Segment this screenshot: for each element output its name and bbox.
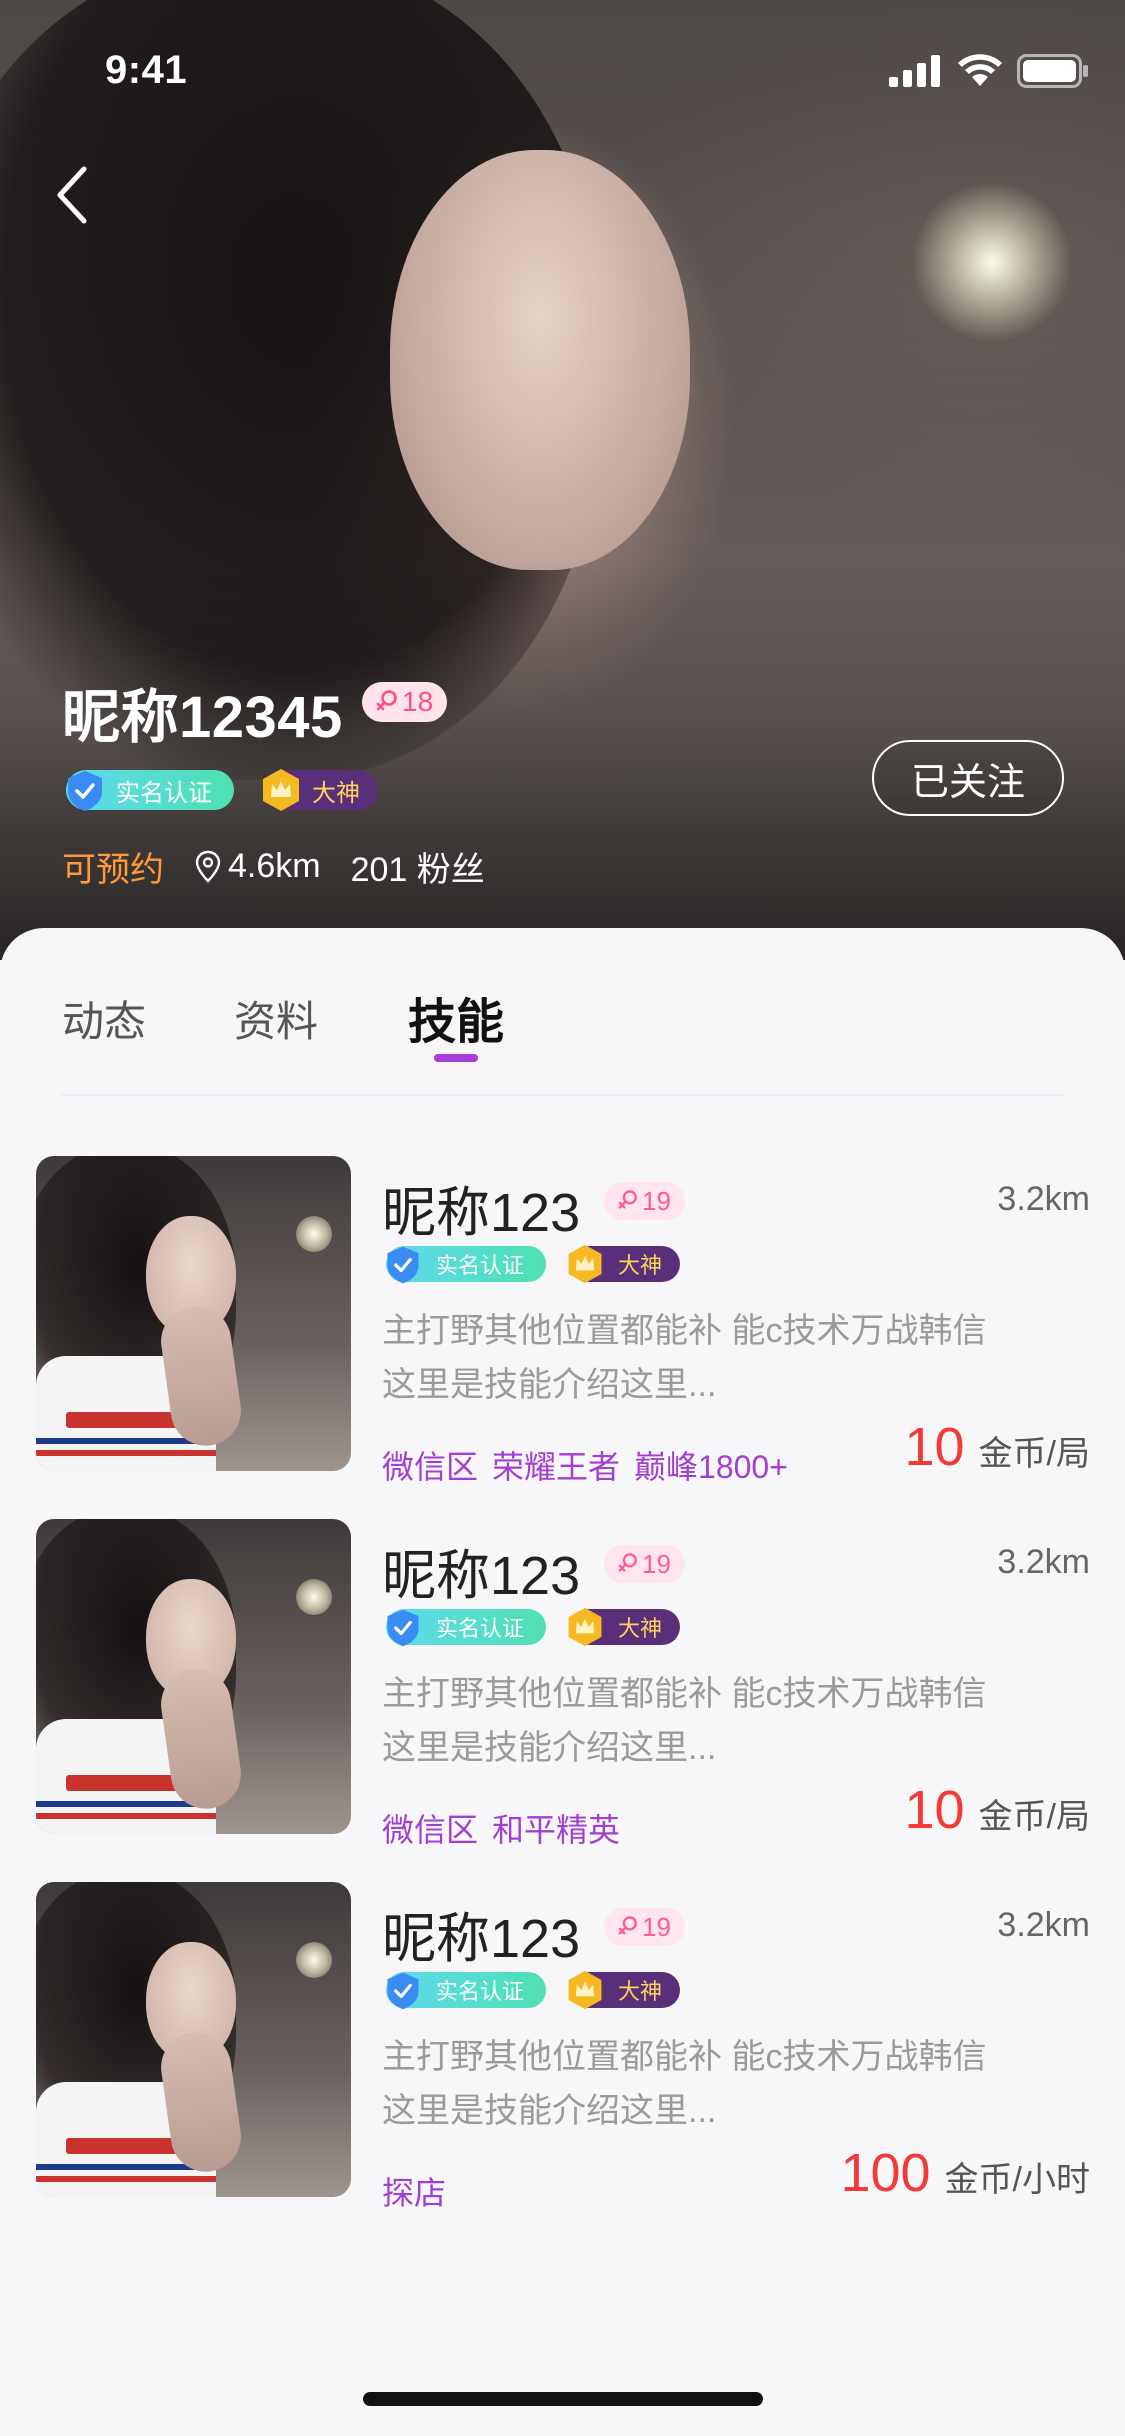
crown-icon xyxy=(263,769,299,811)
profile-info-row: 可预约 4.6km 201 粉丝 xyxy=(62,842,485,891)
skill-tag: 荣耀王者 xyxy=(492,1449,621,1485)
status-bar: 9:41 xyxy=(0,0,1125,140)
home-indicator xyxy=(363,2392,763,2406)
skill-nickname: 昵称123 xyxy=(382,1546,581,1606)
god-label: 大神 xyxy=(618,1616,663,1641)
god-label: 大神 xyxy=(618,1253,663,1278)
gender-age-badge: 19 xyxy=(604,1182,685,1220)
crown-icon xyxy=(568,1607,602,1647)
verified-shield-icon xyxy=(387,1609,419,1647)
price-value: 100 xyxy=(840,2143,931,2203)
verified-shield-icon xyxy=(387,1972,419,2010)
profile-distance: 4.6km xyxy=(194,847,321,886)
skill-distance: 3.2km xyxy=(997,1906,1090,1944)
fans-count: 201 粉丝 xyxy=(350,851,485,889)
skill-nickname: 昵称123 xyxy=(382,1183,581,1243)
skill-description-line: 主打野其他位置都能补 能c技术万战韩信 xyxy=(382,1312,987,1350)
female-icon xyxy=(376,690,397,711)
verified-badge: 实名认证 xyxy=(386,1246,547,1284)
skill-distance: 3.2km xyxy=(997,1180,1090,1218)
profile-name: 昵称12345 xyxy=(62,685,343,750)
crown-icon xyxy=(568,1244,602,1284)
skill-description-line: 这里是技能介绍这里... xyxy=(382,1366,717,1404)
skill-description-line: 这里是技能介绍这里... xyxy=(382,1729,717,1767)
price-value: 10 xyxy=(904,1417,965,1477)
skill-card[interactable]: 昵称123 19 3.2km 实名认证 大神 主打野其他位置都能补 能c技术万战… xyxy=(36,1882,1090,2211)
verified-badge: 实名认证 xyxy=(386,1609,547,1647)
skill-card[interactable]: 昵称123 19 3.2km 实名认证 大神 主打野其他位置都能补 能c技术万战… xyxy=(36,1156,1090,1485)
skill-description-line: 这里是技能介绍这里... xyxy=(382,2092,717,2130)
tab-feed[interactable]: 动态 xyxy=(62,988,146,1049)
gender-age-badge: 19 xyxy=(604,1545,685,1583)
skill-price: 100 金币/小时 xyxy=(840,2142,1090,2204)
tab-active-indicator xyxy=(434,1054,478,1062)
verified-label: 实名认证 xyxy=(116,779,212,807)
price-unit: 金币/小时 xyxy=(944,2161,1090,2199)
female-icon xyxy=(618,1553,637,1572)
tab-divider xyxy=(62,1094,1063,1096)
skill-price: 10 金币/局 xyxy=(904,1779,1090,1841)
skill-tag: 巅峰1800+ xyxy=(634,1449,788,1485)
skill-tag: 探店 xyxy=(382,2175,447,2211)
profile-cover-photo xyxy=(0,0,1125,960)
skill-thumbnail xyxy=(36,1519,351,1834)
skill-description: 主打野其他位置都能补 能c技术万战韩信 这里是技能介绍这里... xyxy=(382,2030,1082,2138)
skill-nickname: 昵称123 xyxy=(382,1909,581,1969)
verified-label: 实名认证 xyxy=(436,1253,525,1278)
skill-tags: 探店 xyxy=(382,2168,446,2214)
back-button[interactable] xyxy=(42,160,102,230)
crown-icon xyxy=(568,1970,602,2010)
price-unit: 金币/局 xyxy=(978,1435,1090,1473)
god-label: 大神 xyxy=(312,779,360,807)
skill-tags: 微信区 荣耀王者 巅峰1800+ xyxy=(382,1442,788,1488)
tab-bar: 动态 资料 技能 xyxy=(0,928,1125,1098)
wifi-icon xyxy=(958,54,1002,86)
skill-description-line: 主打野其他位置都能补 能c技术万战韩信 xyxy=(382,1675,987,1713)
location-pin-icon xyxy=(195,850,221,883)
chevron-left-icon xyxy=(57,166,87,224)
tab-profile-info[interactable]: 资料 xyxy=(234,988,318,1049)
bookable-status: 可预约 xyxy=(62,851,164,889)
skill-distance: 3.2km xyxy=(997,1543,1090,1581)
gender-age-badge: 18 xyxy=(362,682,448,722)
battery-icon xyxy=(1017,54,1088,88)
skill-card[interactable]: 昵称123 19 3.2km 实名认证 大神 主打野其他位置都能补 能c技术万战… xyxy=(36,1519,1090,1848)
skill-tag: 微信区 xyxy=(382,1812,479,1848)
verified-badge: 实名认证 xyxy=(66,770,234,811)
verified-badge: 实名认证 xyxy=(386,1972,547,2010)
price-unit: 金币/局 xyxy=(978,1798,1090,1836)
skill-description: 主打野其他位置都能补 能c技术万战韩信 这里是技能介绍这里... xyxy=(382,1667,1082,1775)
skill-thumbnail xyxy=(36,1156,351,1471)
skill-description: 主打野其他位置都能补 能c技术万战韩信 这里是技能介绍这里... xyxy=(382,1304,1082,1412)
age-value: 19 xyxy=(642,1548,671,1579)
status-time: 9:41 xyxy=(105,48,188,92)
age-value: 19 xyxy=(642,1911,671,1942)
god-badge: 大神 xyxy=(568,1244,681,1284)
skill-tag: 微信区 xyxy=(382,1449,479,1485)
skill-description-line: 主打野其他位置都能补 能c技术万战韩信 xyxy=(382,2038,987,2076)
female-icon xyxy=(618,1190,637,1209)
status-icons xyxy=(889,54,1089,88)
god-badge: 大神 xyxy=(568,1970,681,2010)
god-label: 大神 xyxy=(618,1979,663,2004)
signal-icon xyxy=(889,55,940,87)
skill-price: 10 金币/局 xyxy=(904,1416,1090,1478)
age-value: 19 xyxy=(642,1185,671,1216)
verified-shield-icon xyxy=(68,771,102,811)
verified-label: 实名认证 xyxy=(436,1979,525,2004)
price-value: 10 xyxy=(904,1780,965,1840)
skill-thumbnail xyxy=(36,1882,351,2197)
female-icon xyxy=(618,1916,637,1935)
verified-shield-icon xyxy=(387,1246,419,1284)
age-value: 18 xyxy=(402,686,434,717)
verified-label: 实名认证 xyxy=(436,1616,525,1641)
distance-value: 4.6km xyxy=(228,847,321,885)
skill-tags: 微信区 和平精英 xyxy=(382,1805,620,1851)
god-badge: 大神 xyxy=(568,1607,681,1647)
follow-button[interactable]: 已关注 xyxy=(872,740,1064,816)
tab-skills[interactable]: 技能 xyxy=(408,982,504,1052)
skill-tag: 和平精英 xyxy=(492,1812,621,1848)
god-badge: 大神 xyxy=(263,769,378,811)
gender-age-badge: 19 xyxy=(604,1908,685,1946)
